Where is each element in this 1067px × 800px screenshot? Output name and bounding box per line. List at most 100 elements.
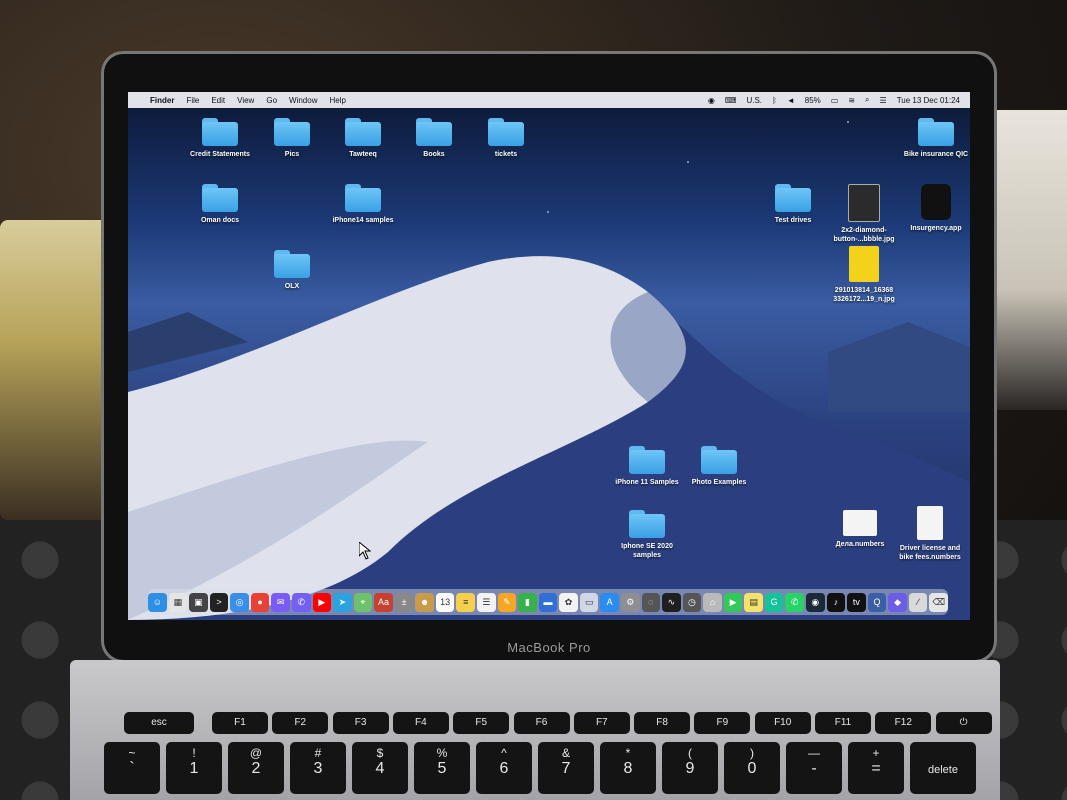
number-row-key[interactable]: ^ 6: [476, 742, 532, 794]
number-row-key[interactable]: * 8: [600, 742, 656, 794]
desktop-folder[interactable]: Pics: [254, 118, 330, 159]
photos-icon[interactable]: ✿: [559, 592, 578, 612]
desktop-numbers-file[interactable]: Driver license and bike fees.numbers: [892, 506, 968, 562]
number-row-key[interactable]: #3: [290, 742, 346, 794]
documents-icon[interactable]: ⁄: [908, 592, 928, 612]
contacts-icon[interactable]: ☻: [415, 592, 434, 612]
menu-view[interactable]: View: [237, 96, 254, 105]
desktop-folder[interactable]: iPhone 11 Samples: [609, 446, 685, 487]
steam-icon[interactable]: ◉: [806, 592, 825, 612]
preview-icon[interactable]: ▭: [579, 592, 599, 612]
dictionary-icon[interactable]: Aa: [374, 592, 393, 612]
viber-icon[interactable]: ✆: [291, 592, 311, 612]
apple-tv-icon[interactable]: tv: [847, 592, 866, 612]
activity-monitor-icon[interactable]: ∿: [662, 592, 681, 612]
fn-key[interactable]: F11: [815, 712, 871, 734]
settings-icon[interactable]: ⚙: [620, 592, 640, 612]
control-center-icon[interactable]: ☰: [880, 96, 887, 105]
stickies-icon[interactable]: ▤: [744, 592, 763, 612]
fn-key[interactable]: F2: [272, 712, 329, 734]
desktop-folder[interactable]: Photo Examples: [681, 446, 757, 487]
mission-control-icon[interactable]: ▣: [189, 592, 208, 612]
fn-key[interactable]: esc: [124, 712, 194, 734]
fn-key[interactable]: F9: [694, 712, 751, 734]
fn-key[interactable]: F3: [332, 712, 389, 734]
grammarly-icon[interactable]: G: [764, 592, 784, 612]
notes-icon[interactable]: ≡: [456, 592, 476, 612]
terminal-icon[interactable]: >: [209, 592, 229, 612]
extension-icon[interactable]: ◉: [708, 96, 715, 105]
desktop-folder[interactable]: Credit Statements: [182, 118, 258, 159]
facetime-icon[interactable]: ▶: [723, 592, 743, 612]
menu-window[interactable]: Window: [289, 96, 317, 105]
desktop-folder[interactable]: Bike insurance QIC: [898, 118, 970, 159]
tiktok-icon[interactable]: ♪: [826, 592, 846, 612]
menu-edit[interactable]: Edit: [211, 96, 225, 105]
desktop-image-file[interactable]: 291013814_16368 3326172...19_n.jpg: [826, 246, 902, 304]
youtube-icon[interactable]: ▶: [312, 592, 332, 612]
desktop-folder[interactable]: Oman docs: [182, 184, 258, 225]
safari-icon[interactable]: ◎: [230, 592, 249, 612]
number-row-key[interactable]: @2: [228, 742, 284, 794]
quicktime-icon[interactable]: Q: [867, 592, 887, 612]
screenshot-icon[interactable]: ◌: [641, 592, 661, 612]
desktop-app[interactable]: Insurgency.app: [898, 184, 970, 233]
input-source-label[interactable]: U.S.: [746, 96, 762, 105]
volume-icon[interactable]: ◄: [787, 96, 795, 105]
launchpad-icon[interactable]: ▦: [168, 592, 188, 612]
maps-icon[interactable]: ⌖: [353, 592, 373, 612]
fn-key[interactable]: F4: [392, 712, 449, 734]
desktop-folder[interactable]: Books: [396, 118, 472, 159]
menu-finder[interactable]: Finder: [150, 96, 174, 105]
number-row-key[interactable]: delete: [910, 742, 976, 794]
fn-key[interactable]: F1: [212, 712, 268, 734]
keyboard-icon[interactable]: ⌨: [725, 96, 737, 105]
time-machine-icon[interactable]: ◷: [682, 592, 702, 612]
reminders-icon[interactable]: ☰: [477, 592, 496, 612]
keynote-icon[interactable]: ▬: [538, 592, 558, 612]
desktop-image-file[interactable]: 2x2-diamond-button-...bbble.jpg: [826, 184, 902, 244]
number-row-key[interactable]: ) 0: [724, 742, 780, 794]
desktop-folder[interactable]: Tawteeq: [325, 118, 401, 159]
number-row-key[interactable]: (9: [662, 742, 718, 794]
number-row-key[interactable]: ! 1: [166, 742, 222, 794]
search-icon[interactable]: ⌕: [865, 95, 869, 105]
menu-go[interactable]: Go: [266, 96, 277, 105]
number-row-key[interactable]: & 7: [538, 742, 594, 794]
desktop-folder[interactable]: OLX: [254, 250, 330, 291]
menu-help[interactable]: Help: [329, 96, 345, 105]
battery-icon[interactable]: ▭: [831, 96, 839, 105]
fn-key[interactable]: F7: [573, 712, 630, 734]
fn-key[interactable]: ⏻: [935, 712, 992, 734]
fn-key[interactable]: F6: [513, 712, 570, 734]
fn-key[interactable]: F10: [754, 712, 811, 734]
number-row-key[interactable]: — -: [786, 742, 842, 794]
clock[interactable]: Tue 13 Dec 01:24: [897, 96, 960, 105]
desktop-folder[interactable]: Iphone SE 2020 samples: [609, 510, 685, 560]
number-row-key[interactable]: ~ `: [104, 742, 160, 794]
downloads-stack-icon[interactable]: ◆: [888, 592, 907, 612]
numbers-icon[interactable]: ▮: [518, 592, 537, 612]
fn-key[interactable]: F8: [634, 712, 691, 734]
app-store-icon[interactable]: A: [600, 592, 619, 612]
battery-percentage[interactable]: 85%: [805, 96, 821, 105]
messenger-icon[interactable]: ✉: [271, 592, 290, 612]
pages-icon[interactable]: ✎: [497, 592, 517, 612]
calculator-icon[interactable]: ±: [394, 592, 414, 612]
menu-file[interactable]: File: [186, 96, 199, 105]
number-row-key[interactable]: % 5: [414, 742, 470, 794]
desktop-folder[interactable]: tickets: [468, 118, 544, 159]
whatsapp-icon[interactable]: ✆: [785, 592, 805, 612]
desktop-numbers-file[interactable]: Дела.numbers: [822, 510, 898, 549]
calendar-icon[interactable]: 13: [435, 592, 455, 612]
desktop-folder[interactable]: Test drives: [755, 184, 831, 225]
desktop-folder[interactable]: iPhone14 samples: [325, 184, 401, 225]
wifi-icon[interactable]: ≋: [848, 96, 855, 105]
desktop-screen[interactable]: Finder File Edit View Go Window Help ◉ ⌨…: [128, 92, 970, 620]
telegram-icon[interactable]: ➤: [333, 592, 352, 612]
finder-icon[interactable]: ☺: [148, 592, 167, 612]
keychain-icon[interactable]: ⌂: [703, 592, 722, 612]
fn-key[interactable]: F5: [453, 712, 510, 734]
fn-key[interactable]: F12: [875, 712, 932, 734]
trash-icon[interactable]: ⌫: [929, 592, 948, 612]
